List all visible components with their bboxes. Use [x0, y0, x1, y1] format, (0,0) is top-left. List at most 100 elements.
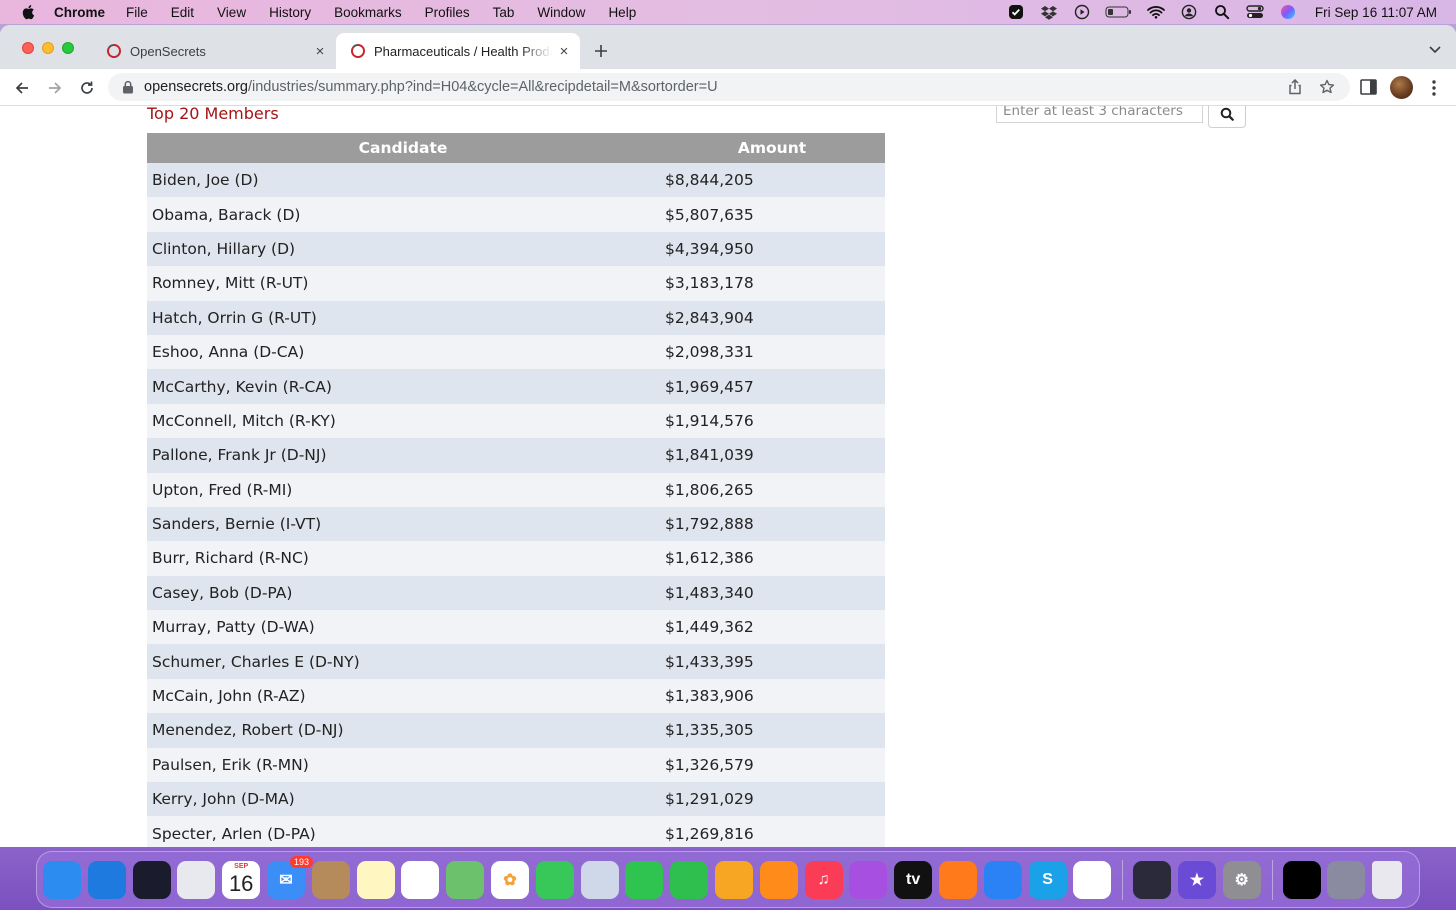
- dock-imovie-icon[interactable]: ★: [1177, 860, 1216, 899]
- candidate-link[interactable]: McCain, John (R-AZ): [147, 678, 659, 714]
- dock-firefox-icon[interactable]: [938, 860, 977, 899]
- candidate-link[interactable]: Pallone, Frank Jr (D-NJ): [147, 438, 659, 473]
- dock-books-icon[interactable]: [759, 860, 798, 899]
- candidate-link[interactable]: Upton, Fred (R-MI): [147, 472, 659, 507]
- dock-launchpad-icon[interactable]: [177, 860, 216, 899]
- spotlight-icon[interactable]: [1212, 4, 1232, 20]
- dock-minimized-window-icon[interactable]: [1282, 860, 1321, 899]
- tab-search-chevron-icon[interactable]: [1428, 42, 1442, 56]
- candidate-link[interactable]: Specter, Arlen (D-PA): [147, 816, 659, 847]
- dock-calendar-icon[interactable]: SEP 16: [222, 860, 261, 899]
- dock-tv-icon[interactable]: tv: [894, 860, 933, 899]
- candidate-link[interactable]: Paulsen, Erik (R-MN): [147, 747, 659, 783]
- menu-history[interactable]: History: [269, 5, 311, 20]
- dock-notes-icon[interactable]: [356, 860, 395, 899]
- dock-keynote-icon[interactable]: [983, 860, 1022, 899]
- dock-trash-icon[interactable]: [1372, 860, 1403, 899]
- tab-close-icon[interactable]: ×: [556, 43, 572, 60]
- dock-quicktime-icon[interactable]: [1133, 860, 1172, 899]
- dock-maps-icon[interactable]: [446, 860, 485, 899]
- dock-mail-icon[interactable]: ✉ 193: [266, 855, 313, 899]
- minimize-window-button[interactable]: [42, 42, 54, 54]
- dock-numbers-icon[interactable]: [670, 860, 709, 899]
- menu-edit[interactable]: Edit: [171, 5, 194, 20]
- zoom-window-button[interactable]: [62, 42, 74, 54]
- candidate-link[interactable]: Kerry, John (D-MA): [147, 782, 659, 817]
- dropbox-icon[interactable]: [1039, 4, 1059, 20]
- candidate-link[interactable]: Sanders, Bernie (I-VT): [147, 506, 659, 542]
- apple-icon[interactable]: [20, 4, 36, 20]
- candidate-link[interactable]: Burr, Richard (R-NC): [147, 541, 659, 576]
- search-button[interactable]: [1208, 106, 1246, 128]
- candidate-link[interactable]: Hatch, Orrin G (R-UT): [147, 300, 659, 335]
- dock-reminders-icon[interactable]: [401, 860, 440, 899]
- menu-tab[interactable]: Tab: [493, 5, 515, 20]
- dock-contacts-icon[interactable]: [311, 860, 350, 899]
- system-preferences-glyph: ⚙: [1234, 871, 1249, 889]
- dock-siri-icon[interactable]: [132, 860, 171, 899]
- user-icon[interactable]: [1179, 4, 1199, 20]
- candidate-link[interactable]: Clinton, Hillary (D): [147, 231, 659, 267]
- amount-cell: $1,335,305: [659, 713, 885, 748]
- menu-help[interactable]: Help: [608, 5, 636, 20]
- candidate-link[interactable]: Schumer, Charles E (D-NY): [147, 644, 659, 679]
- menu-window[interactable]: Window: [537, 5, 585, 20]
- siri-icon[interactable]: [1278, 4, 1298, 20]
- column-header-amount[interactable]: Amount: [659, 133, 885, 163]
- side-panel-icon[interactable]: [1360, 79, 1378, 95]
- bookmark-star-icon[interactable]: [1318, 78, 1336, 96]
- dock-facetime-icon[interactable]: [625, 860, 664, 899]
- tab-opensecrets[interactable]: OpenSecrets ×: [92, 33, 336, 69]
- control-center-icon[interactable]: [1245, 4, 1265, 20]
- tab-pharmaceuticals[interactable]: Pharmaceuticals / Health Products ×: [336, 33, 580, 69]
- share-icon[interactable]: [1286, 78, 1304, 96]
- candidate-link[interactable]: McCarthy, Kevin (R-CA): [147, 369, 659, 404]
- calendar-day: 16: [228, 870, 254, 896]
- dock-photos-icon[interactable]: ✿: [490, 860, 529, 899]
- reload-icon[interactable]: [76, 77, 98, 99]
- dock-podcasts-icon[interactable]: [849, 860, 888, 899]
- tab-close-icon[interactable]: ×: [312, 43, 328, 60]
- dock-messages-icon[interactable]: [535, 860, 574, 899]
- address-bar[interactable]: opensecrets.org/industries/summary.php?i…: [108, 73, 1350, 101]
- candidate-link[interactable]: Biden, Joe (D): [147, 163, 659, 198]
- dock-safari-icon[interactable]: [87, 860, 126, 899]
- menubar-clock[interactable]: Fri Sep 16 11:07 AM: [1315, 5, 1437, 20]
- column-header-candidate[interactable]: Candidate: [147, 133, 659, 163]
- back-icon[interactable]: [11, 77, 33, 99]
- url-path: /industries/summary.php?ind=H04&cycle=Al…: [247, 79, 718, 95]
- candidate-link[interactable]: Casey, Bob (D-PA): [147, 575, 659, 611]
- battery-icon[interactable]: [1105, 4, 1133, 20]
- more-menu-icon[interactable]: [1426, 78, 1442, 98]
- menu-profiles[interactable]: Profiles: [425, 5, 470, 20]
- avatar[interactable]: [1390, 76, 1413, 99]
- forward-icon[interactable]: [44, 77, 66, 99]
- dock-preview-icon[interactable]: [580, 860, 619, 899]
- candidate-link[interactable]: Murray, Patty (D-WA): [147, 610, 659, 645]
- dock-skype-icon[interactable]: S: [1028, 860, 1067, 899]
- dock-chrome-icon[interactable]: [1073, 860, 1112, 899]
- wifi-icon[interactable]: [1146, 4, 1166, 20]
- check-icon[interactable]: [1006, 4, 1026, 20]
- candidate-link[interactable]: Romney, Mitt (R-UT): [147, 266, 659, 301]
- candidate-link[interactable]: Eshoo, Anna (D-CA): [147, 334, 659, 370]
- lock-icon[interactable]: [122, 80, 134, 94]
- dock-minimized-video-window-icon[interactable]: [1327, 860, 1366, 899]
- menu-view[interactable]: View: [217, 5, 246, 20]
- calendar-month: SEP: [234, 862, 249, 870]
- search-input[interactable]: [996, 106, 1203, 123]
- candidate-link[interactable]: McConnell, Mitch (R-KY): [147, 403, 659, 439]
- close-window-button[interactable]: [22, 42, 34, 54]
- table-row: Eshoo, Anna (D-CA) $2,098,331: [147, 334, 885, 370]
- dock-system-preferences-icon[interactable]: ⚙: [1222, 860, 1261, 899]
- play-icon[interactable]: [1072, 4, 1092, 20]
- dock-music-icon[interactable]: ♫: [804, 860, 843, 899]
- menu-bookmarks[interactable]: Bookmarks: [334, 5, 402, 20]
- candidate-link[interactable]: Obama, Barack (D): [147, 197, 659, 232]
- menu-app-name[interactable]: Chrome: [54, 5, 105, 20]
- new-tab-icon[interactable]: [590, 40, 612, 62]
- candidate-link[interactable]: Menendez, Robert (D-NJ): [147, 713, 659, 748]
- menu-file[interactable]: File: [126, 5, 148, 20]
- dock-pages-icon[interactable]: [714, 860, 753, 899]
- dock-finder-icon[interactable]: [43, 860, 81, 899]
